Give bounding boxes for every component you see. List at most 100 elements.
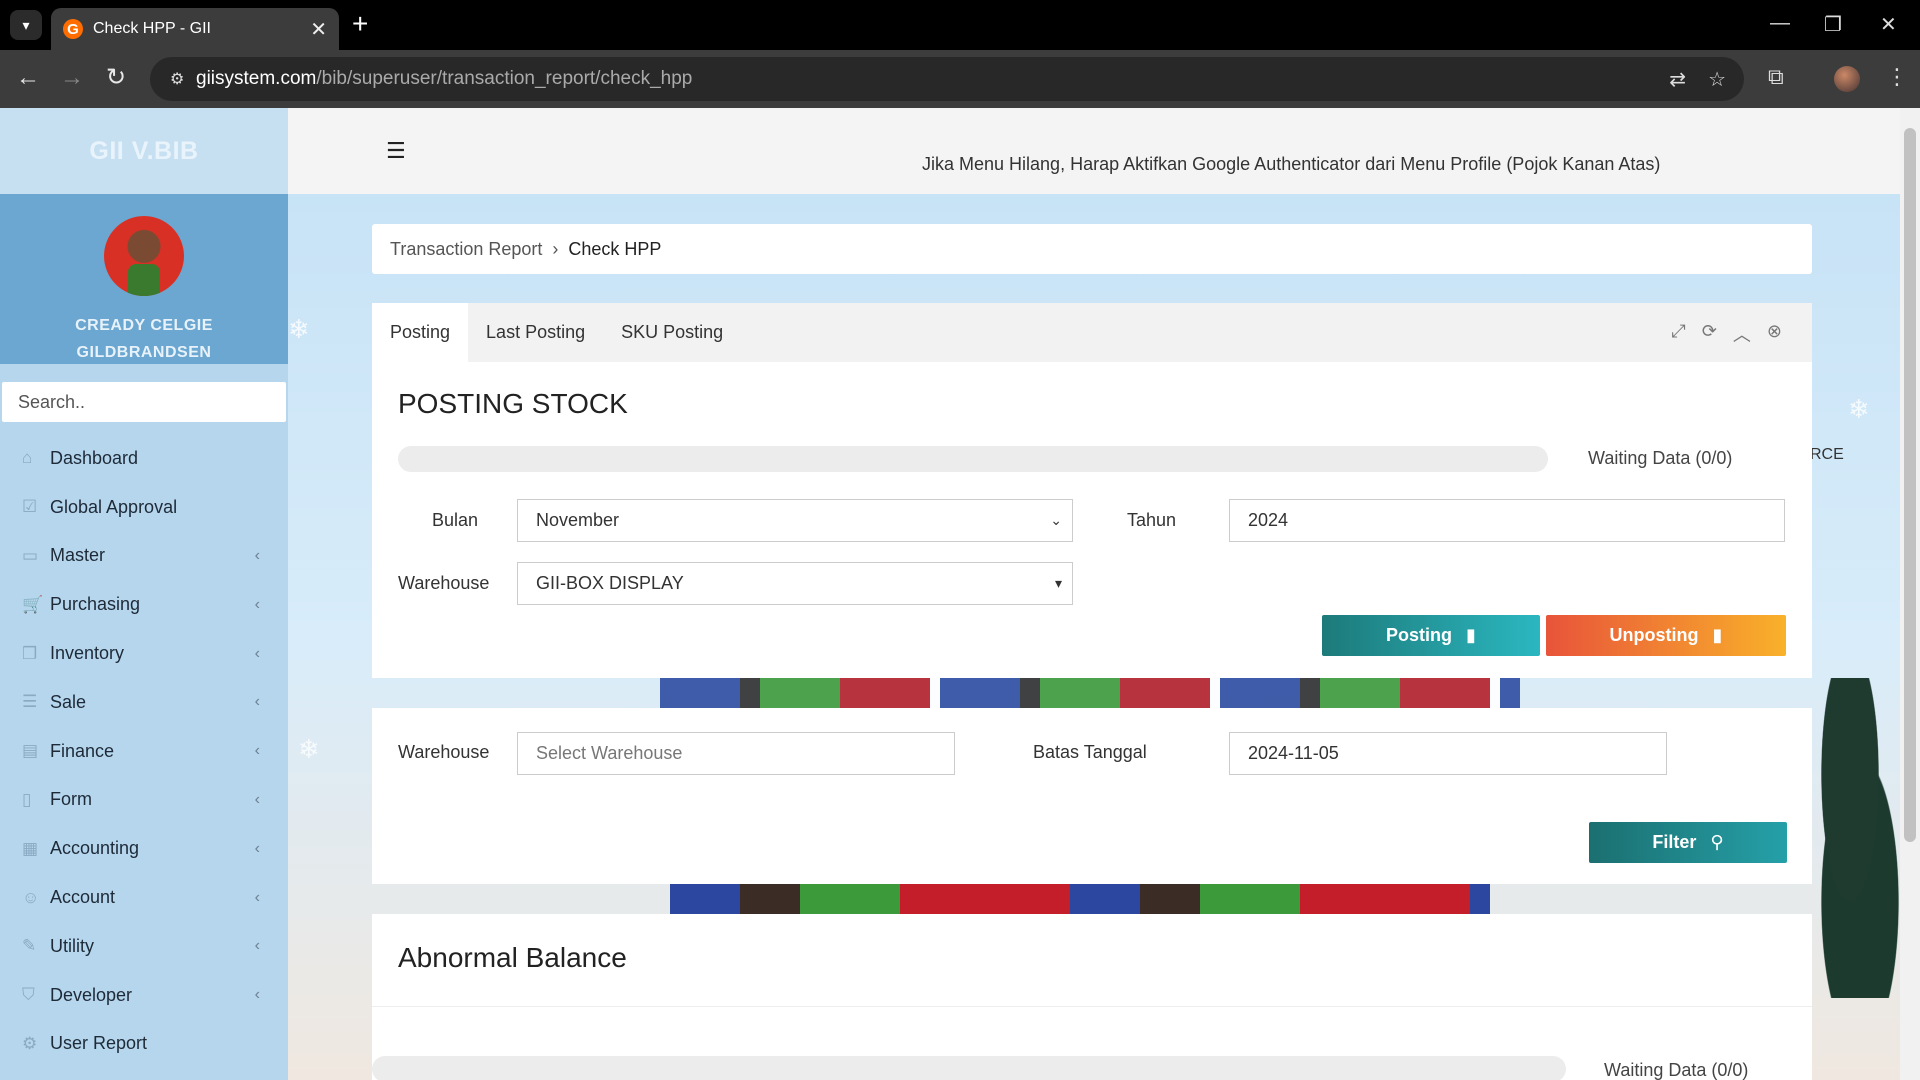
sidebar-item-accounting[interactable]: ▦ Accounting ‹ <box>0 824 288 873</box>
sidebar-item-master[interactable]: ▭ Master ‹ <box>0 532 288 581</box>
home-icon: ⌂ <box>22 448 33 468</box>
sidebar-item-purchasing[interactable]: 🛒 Purchasing ‹ <box>0 580 288 629</box>
tab-close-icon[interactable]: ✕ <box>310 17 327 42</box>
file-icon: ▮ <box>1466 625 1476 645</box>
profile-avatar-icon[interactable] <box>1834 66 1860 92</box>
panel-tools: ⤢ ⟳ ︿ ⊗ <box>1671 321 1782 347</box>
browser-titlebar: ▾ G Check HPP - GII ✕ + — ❐ ✕ <box>0 0 1920 50</box>
filter-warehouse-label: Warehouse <box>398 742 490 762</box>
posting-waiting-text: Waiting Data (0/0) <box>1588 448 1733 468</box>
folder-icon: ▭ <box>22 545 39 565</box>
sidebar-item-utility[interactable]: ✎ Utility ‹ <box>0 922 288 971</box>
filter-panel: Warehouse Select Warehouse Batas Tanggal… <box>372 708 1812 884</box>
sidebar-item-label: Purchasing <box>50 594 141 615</box>
notice-text: Jika Menu Hilang, Harap Aktifkan Google … <box>922 154 1661 174</box>
sidebar-item-form[interactable]: ▯ Form ‹ <box>0 776 288 825</box>
sidebar-item-dashboard[interactable]: ⌂ Dashboard <box>0 434 288 483</box>
tab-posting[interactable]: Posting <box>372 303 469 362</box>
scrollbar-thumb[interactable] <box>1904 128 1916 842</box>
app-root: ❄ ❄ ❄ ❄ ❄ ❄ RCE GII V.BIB CREADY CELGIE … <box>0 108 1920 1080</box>
sidebar-item-label: User Report <box>50 1033 148 1054</box>
collapse-icon[interactable]: ︿ <box>1733 321 1751 347</box>
address-bar[interactable]: ⚙ giisystem.com/bib/superuser/transactio… <box>150 57 1744 101</box>
batas-tanggal-input[interactable]: 2024-11-05 <box>1229 732 1667 775</box>
warehouse-select[interactable]: GII-BOX DISPLAY ▾ <box>517 562 1073 605</box>
bulan-select[interactable]: November ⌄ <box>517 499 1073 542</box>
sidebar-item-label: Global Approval <box>50 496 178 517</box>
filter-button[interactable]: Filter ⚲ <box>1589 822 1787 863</box>
chevron-left-icon: ‹ <box>254 644 260 662</box>
unposting-button[interactable]: Unposting ▮ <box>1546 615 1786 656</box>
refresh-icon[interactable]: ⟳ <box>1702 321 1717 347</box>
extensions-icon[interactable]: ⧉ <box>1768 64 1784 90</box>
chevron-right-icon: › <box>552 238 559 259</box>
back-icon[interactable]: ← <box>16 65 40 91</box>
sidebar-item-account[interactable]: ☺ Account ‹ <box>0 873 288 922</box>
site-info-icon[interactable]: ⚙ <box>170 69 196 89</box>
minimize-icon[interactable]: — <box>1770 12 1790 35</box>
chevron-left-icon: ‹ <box>254 790 260 808</box>
sidebar-item-label: Form <box>50 789 92 810</box>
sidebar-item-developer[interactable]: ⛉ Developer ‹ <box>0 971 288 1020</box>
file-icon: ▯ <box>22 789 32 809</box>
abnormal-title: Abnormal Balance <box>398 942 627 973</box>
money-icon: ▤ <box>22 741 39 761</box>
brand-logo[interactable]: GII V.BIB <box>0 108 288 194</box>
panel-title: POSTING STOCK <box>398 388 628 419</box>
translate-icon[interactable]: ⇄ <box>1669 57 1686 101</box>
abnormal-progress-bar <box>372 1056 1566 1080</box>
posting-button[interactable]: Posting ▮ <box>1322 615 1540 656</box>
page-scrollbar[interactable] <box>1900 108 1920 1080</box>
sidebar-item-label: Accounting <box>50 838 140 859</box>
browser-tab[interactable]: G Check HPP - GII ✕ <box>51 8 339 50</box>
tab-search-dropdown-button[interactable]: ▾ <box>10 10 42 40</box>
check-square-icon: ☑ <box>22 497 38 517</box>
breadcrumb-parent[interactable]: Transaction Report <box>390 239 542 260</box>
calculator-icon: ▦ <box>22 838 39 858</box>
sidebar-item-user-report[interactable]: ⚙ User Report <box>0 1020 288 1069</box>
user-name: CREADY CELGIE GILDBRANDSEN <box>75 317 213 361</box>
close-window-icon[interactable]: ✕ <box>1880 12 1897 37</box>
expand-icon[interactable]: ⤢ <box>1671 321 1685 347</box>
chevron-left-icon: ‹ <box>254 595 260 613</box>
chevron-left-icon: ‹ <box>254 839 260 857</box>
hamburger-menu-icon[interactable]: ☰ <box>386 138 406 164</box>
new-tab-button[interactable]: + <box>352 10 368 38</box>
sidebar-item-finance[interactable]: ▤ Finance ‹ <box>0 727 288 776</box>
sidebar-search-input[interactable]: Search.. <box>2 382 286 422</box>
user-panel: CREADY CELGIE GILDBRANDSEN <box>0 194 288 364</box>
sidebar-item-global-approval[interactable]: ☑ Global Approval <box>0 483 288 532</box>
sidebar-menu: ⌂ Dashboard ☑ Global Approval ▭ Master ‹ 🛒 Purch… <box>0 434 288 1068</box>
caret-down-icon: ▾ <box>1054 575 1062 591</box>
reload-icon[interactable]: ↻ <box>106 65 126 91</box>
bookmark-star-icon[interactable]: ☆ <box>1708 57 1726 101</box>
database-icon: ☰ <box>22 692 38 712</box>
browser-menu-icon[interactable]: ⋮ <box>1886 64 1908 90</box>
filter-warehouse-select[interactable]: Select Warehouse <box>517 732 955 775</box>
tab-sku-posting[interactable]: SKU Posting <box>603 303 741 362</box>
abnormal-balance-panel: Abnormal Balance Waiting Data (0/0) <box>372 914 1812 1080</box>
url-text: giisystem.com/bib/superuser/transaction_… <box>196 68 693 89</box>
sidebar-item-inventory[interactable]: ❒ Inventory ‹ <box>0 629 288 678</box>
warehouse-label: Warehouse <box>398 573 490 593</box>
users-icon: ☺ <box>22 887 40 907</box>
close-panel-icon[interactable]: ⊗ <box>1767 321 1782 347</box>
site-favicon-icon: G <box>63 19 83 39</box>
sidebar-item-label: Finance <box>50 740 115 761</box>
chevron-left-icon: ‹ <box>254 693 260 711</box>
bulan-label: Bulan <box>432 510 479 530</box>
tahun-label: Tahun <box>1127 510 1177 530</box>
posting-progress-bar <box>398 446 1548 472</box>
sidebar-item-label: Developer <box>50 984 133 1005</box>
forward-icon[interactable]: → <box>60 65 84 91</box>
cubes-icon: ❒ <box>22 643 38 663</box>
tab-last-posting[interactable]: Last Posting <box>468 303 603 362</box>
abnormal-waiting-text: Waiting Data (0/0) <box>1604 1060 1749 1080</box>
sidebar-item-sale[interactable]: ☰ Sale ‹ <box>0 678 288 727</box>
restore-icon[interactable]: ❐ <box>1824 12 1842 37</box>
search-icon: ⚲ <box>1710 832 1724 852</box>
tahun-input[interactable]: 2024 <box>1229 499 1785 542</box>
sidebar-item-label: Account <box>50 887 116 908</box>
chevron-left-icon: ‹ <box>254 742 260 760</box>
cart-icon: 🛒 <box>22 594 44 614</box>
